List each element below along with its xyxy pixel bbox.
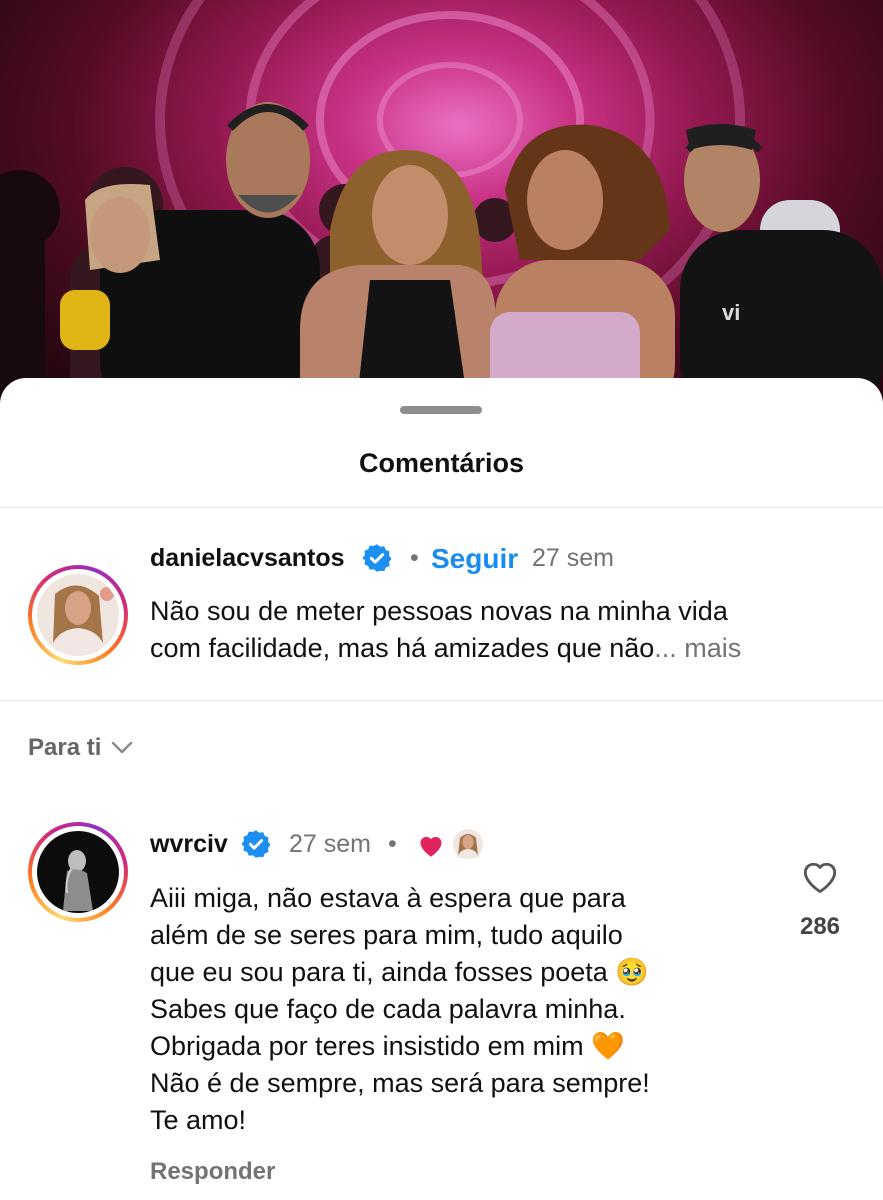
comment-line-2: além de se seres para mim, tudo aquilo <box>150 920 623 950</box>
comment-time: 27 sem <box>289 830 371 858</box>
comment-line-6: Não é de sempre, mas será para sempre! <box>150 1068 650 1098</box>
caption-line-2-text: com facilidade, mas há amizades que não <box>150 633 655 663</box>
reply-button[interactable]: Responder <box>150 1158 275 1186</box>
commenter-avatar[interactable] <box>28 822 128 922</box>
caption-avatar-picture <box>37 574 119 656</box>
comment-line-3: que eu sou para ti, ainda fosses poeta 🥹 <box>150 957 649 987</box>
header-divider <box>0 507 883 508</box>
author-liked-avatar <box>453 829 483 859</box>
post-photo-illustration: vi <box>0 0 883 420</box>
caption-line-1: Não sou de meter pessoas novas na minha … <box>150 596 728 626</box>
comments-sheet: Comentários danielacvsantos • Seguir 27 … <box>0 378 883 1200</box>
caption-divider <box>0 700 883 701</box>
caption-separator: • <box>410 544 419 572</box>
comment-like: 286 <box>790 858 850 941</box>
caption-avatar[interactable] <box>28 565 128 665</box>
like-count: 286 <box>799 913 841 940</box>
post-photo: vi <box>0 0 883 420</box>
verified-badge-icon <box>362 544 392 572</box>
comment-filter-dropdown[interactable]: Para ti <box>28 734 133 762</box>
sheet-drag-handle[interactable] <box>400 406 482 414</box>
comment-line-7: Te amo! <box>150 1105 247 1135</box>
sheet-title: Comentários <box>358 448 525 478</box>
filter-label: Para ti <box>28 734 102 761</box>
comment-line-4: Sabes que faço de cada palavra minha. <box>150 994 626 1024</box>
chevron-down-icon <box>112 741 133 754</box>
follow-button[interactable]: Seguir <box>431 543 518 575</box>
comment-line-1: Aiii miga, não estava à espera que para <box>150 883 626 913</box>
red-heart-icon <box>420 836 442 857</box>
verified-badge-icon <box>241 830 271 858</box>
caption-time: 27 sem <box>532 544 614 572</box>
heart-outline-icon[interactable] <box>800 858 840 894</box>
commenter-username[interactable]: wvrciv <box>150 830 228 859</box>
caption-line-2: com facilidade, mas há amizades que não.… <box>150 630 741 667</box>
caption-username[interactable]: danielacvsantos <box>150 544 345 573</box>
more-link[interactable]: ... mais <box>654 633 741 663</box>
comment-line-5: Obrigada por teres insistido em mim 🧡 <box>150 1031 625 1061</box>
comment-separator: • <box>388 830 397 858</box>
commenter-avatar-picture <box>37 831 119 913</box>
